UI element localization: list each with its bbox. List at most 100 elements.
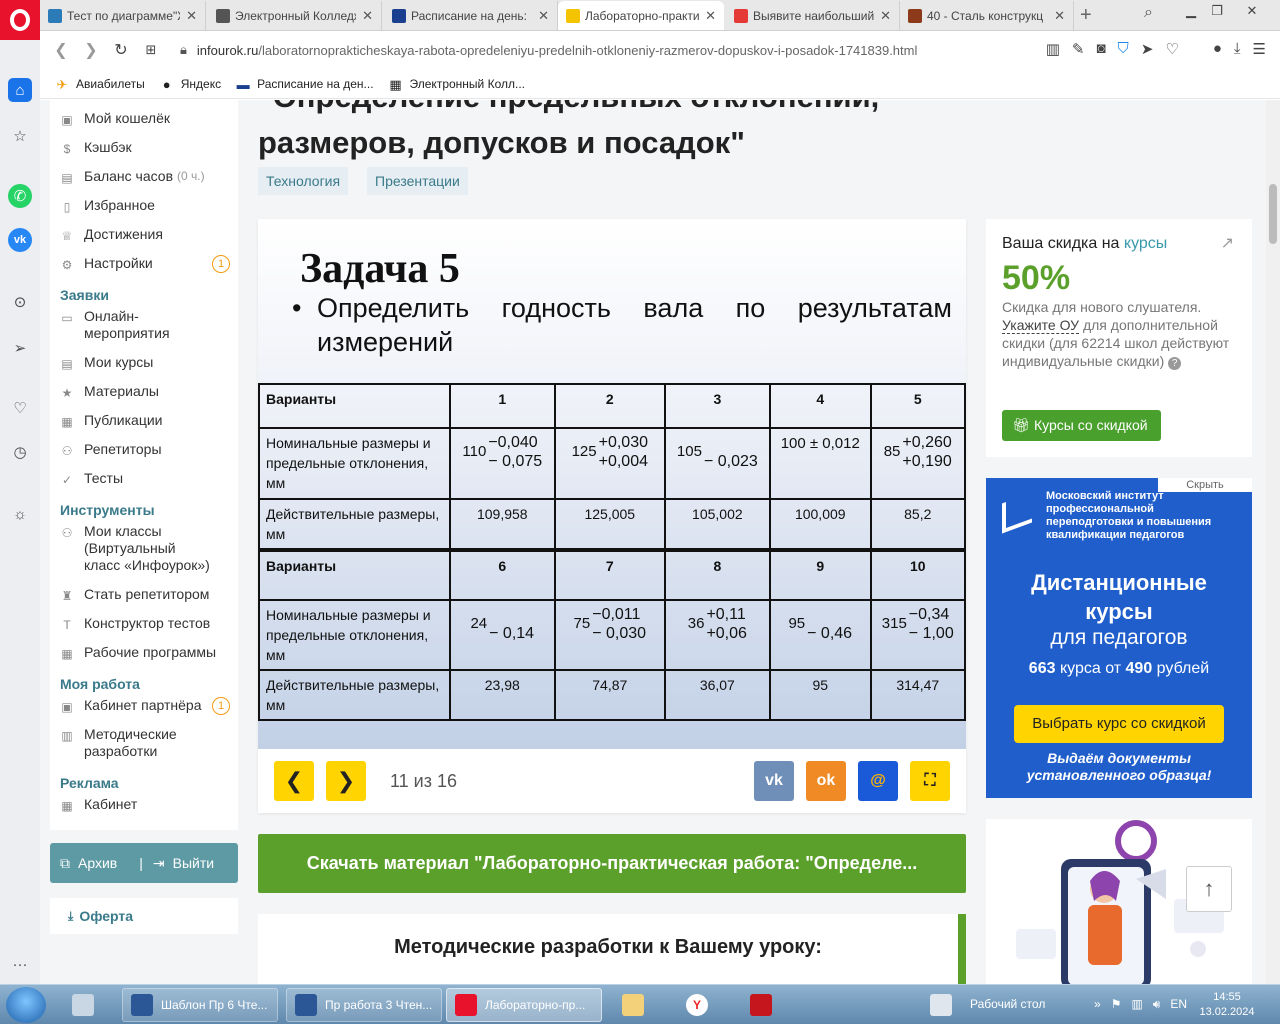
tab-close-icon[interactable]: ✕ xyxy=(880,8,891,24)
volume-icon[interactable]: 🔊︎ xyxy=(1153,997,1161,1012)
courses-link[interactable]: курсы xyxy=(1124,235,1167,252)
calculator-icon[interactable] xyxy=(64,988,106,1022)
close-window-button[interactable]: ✕ xyxy=(1230,2,1274,20)
share-ok-button[interactable]: ok xyxy=(806,761,846,801)
edit-icon[interactable]: ✎ xyxy=(1072,40,1085,58)
nav-item[interactable]: ▦ Рабочие программы xyxy=(60,644,216,661)
bookmark-item[interactable]: ▬ Расписание на ден... xyxy=(235,77,374,92)
choose-course-button[interactable]: Выбрать курс со скидкой xyxy=(1014,705,1224,743)
back-button[interactable]: ❮ xyxy=(46,40,76,60)
nav-item[interactable]: ★ Материалы xyxy=(60,383,159,400)
nav-item[interactable]: T Конструктор тестов xyxy=(60,615,210,632)
nav-item[interactable]: ♕ Достижения xyxy=(60,226,163,243)
tab-close-icon[interactable]: ✕ xyxy=(538,8,549,24)
taskbar-window[interactable]: Шаблон Пр 6 Чте... xyxy=(122,988,278,1022)
nav-item[interactable]: ♜ Стать репетитором xyxy=(60,586,210,603)
page-scrollbar[interactable] xyxy=(1266,100,1280,984)
scrollbar-thumb[interactable] xyxy=(1269,184,1277,244)
tab-close-icon[interactable]: ✕ xyxy=(362,8,373,24)
whatsapp-icon[interactable]: ✆ xyxy=(8,184,32,208)
send-icon[interactable]: ➢ xyxy=(8,336,32,360)
tab-2[interactable]: Электронный Колледж ✕ xyxy=(208,1,382,30)
send-icon[interactable]: ➤ xyxy=(1141,40,1154,58)
discount-courses-button[interactable]: 🎁︎ Курсы со скидкой xyxy=(1002,410,1161,441)
lock-icon[interactable]: 🔒︎ xyxy=(180,42,187,58)
url-field[interactable]: infourok.ru/laboratornoprakticheskaya-ra… xyxy=(197,43,917,58)
tab-5[interactable]: Выявите наибольший ✕ xyxy=(726,1,900,30)
bookmark-item[interactable]: ● Яндекс xyxy=(159,77,221,92)
start-button[interactable] xyxy=(6,987,46,1023)
scroll-top-button[interactable]: ↑ xyxy=(1186,866,1232,912)
archive-button[interactable]: ⧉ Архив xyxy=(60,855,117,872)
fullscreen-button[interactable]: ⛶ xyxy=(910,761,950,801)
nav-item[interactable]: ⚇ Репетиторы xyxy=(60,441,162,458)
pdf-reader-icon[interactable] xyxy=(742,988,784,1022)
home-icon[interactable]: ⌂ xyxy=(8,78,32,102)
network-icon[interactable]: ▥ xyxy=(1131,997,1142,1012)
tag-presentations[interactable]: Презентации xyxy=(367,167,468,195)
nav-item[interactable]: ⚙ Настройки 1 xyxy=(60,255,230,273)
maximize-button[interactable]: ❐ xyxy=(1204,2,1230,20)
tag-technology[interactable]: Технология xyxy=(258,167,349,195)
yandex-browser-icon[interactable]: Y xyxy=(678,988,720,1022)
more-icon[interactable]: ··· xyxy=(8,952,32,976)
shield-icon[interactable]: ⛉ xyxy=(1118,40,1129,58)
oferta-link[interactable]: ⤓ Оферта xyxy=(50,898,238,934)
next-slide-button[interactable]: ❯ xyxy=(326,761,366,801)
system-clock[interactable]: 14:55 13.02.2024 xyxy=(1196,990,1258,1020)
lightbulb-icon[interactable]: ☼ xyxy=(8,502,32,526)
menu-icon[interactable]: ☰ xyxy=(1253,40,1266,58)
vk-icon[interactable]: vk xyxy=(8,228,32,252)
drawing-tool-icon[interactable] xyxy=(922,988,964,1022)
tabs-overview-icon[interactable]: ⊞ xyxy=(136,42,166,58)
nav-item[interactable]: ▤ Мои курсы xyxy=(60,354,153,371)
download-button[interactable]: Скачать материал "Лабораторно-практическ… xyxy=(258,834,966,893)
flag-icon[interactable]: ⚑ xyxy=(1111,997,1122,1012)
nav-item[interactable]: ▣ Мой кошелёк xyxy=(60,110,170,127)
tab-3[interactable]: Расписание на день: ✕ xyxy=(384,1,558,30)
nav-item[interactable]: ▦ Публикации xyxy=(60,412,162,429)
history-icon[interactable]: ◷ xyxy=(8,440,32,464)
tab-6[interactable]: 40 - Сталь конструкц ✕ xyxy=(900,1,1074,30)
tab-search-icon[interactable]: ⌕ xyxy=(1144,4,1153,22)
taskbar-window[interactable]: Лабораторно-пр... xyxy=(446,988,602,1022)
heart-icon[interactable]: ♡ xyxy=(8,396,32,420)
opera-menu-button[interactable] xyxy=(0,0,40,40)
nav-item[interactable]: ▤ Баланс часов (0 ч.) xyxy=(60,168,204,185)
nav-item[interactable]: ▣ Кабинет партнёра 1 xyxy=(60,697,230,715)
heart-icon[interactable]: ♡ xyxy=(1165,40,1178,58)
specify-school-link[interactable]: Укажите ОУ xyxy=(1002,317,1080,334)
bookmark-item[interactable]: ▦ Электронный Колл... xyxy=(388,77,525,92)
download-icon[interactable]: ⤓ xyxy=(1234,40,1241,58)
bookmark-item[interactable]: ✈ Авиабилеты xyxy=(54,77,145,92)
share-mail-button[interactable]: @ xyxy=(858,761,898,801)
player-icon[interactable]: ⊙ xyxy=(8,290,32,314)
nav-item[interactable]: ⚇ Мои классы (Виртуальный класс «Инфоурок… xyxy=(60,523,210,574)
camera-icon[interactable]: ◙ xyxy=(1096,40,1105,58)
prev-slide-button[interactable]: ❮ xyxy=(274,761,314,801)
minimize-button[interactable]: ▁ xyxy=(1178,2,1204,20)
ad-banner[interactable]: Скрыть Московский институт профессиональ… xyxy=(986,478,1252,798)
nav-item[interactable]: ✓ Тесты xyxy=(60,470,123,487)
nav-item[interactable]: ▦ Кабинет xyxy=(60,796,137,813)
explorer-icon[interactable] xyxy=(614,988,656,1022)
external-link-icon[interactable]: ↗ xyxy=(1221,233,1234,253)
reload-button[interactable]: ↻ xyxy=(106,40,136,60)
avatar[interactable]: ● xyxy=(1213,40,1222,58)
forward-button[interactable]: ❯ xyxy=(76,40,106,60)
tab-1[interactable]: Тест по диаграмме"Ж ✕ xyxy=(40,1,206,30)
share-vk-button[interactable]: vk xyxy=(754,761,794,801)
nav-item[interactable]: ▥ Методические разработки xyxy=(60,726,176,760)
reader-icon[interactable]: ▥ xyxy=(1046,40,1060,58)
nav-item[interactable]: $ Кэшбэк xyxy=(60,139,132,156)
help-icon[interactable]: ? xyxy=(1168,357,1182,370)
tab-close-icon[interactable]: ✕ xyxy=(186,8,197,24)
tray-chevron-icon[interactable]: » xyxy=(1094,997,1101,1012)
desktop-toolbar[interactable]: Рабочий стол xyxy=(970,997,1045,1011)
star-icon[interactable]: ☆ xyxy=(8,124,32,148)
nav-item[interactable]: ▭ Онлайн- мероприятия xyxy=(60,308,169,342)
new-tab-button[interactable]: + xyxy=(1080,4,1092,27)
taskbar-window[interactable]: Пр работа 3 Чтен... xyxy=(286,988,442,1022)
tab-close-icon[interactable]: ✕ xyxy=(1054,8,1065,24)
tab-close-icon[interactable]: ✕ xyxy=(705,8,716,24)
